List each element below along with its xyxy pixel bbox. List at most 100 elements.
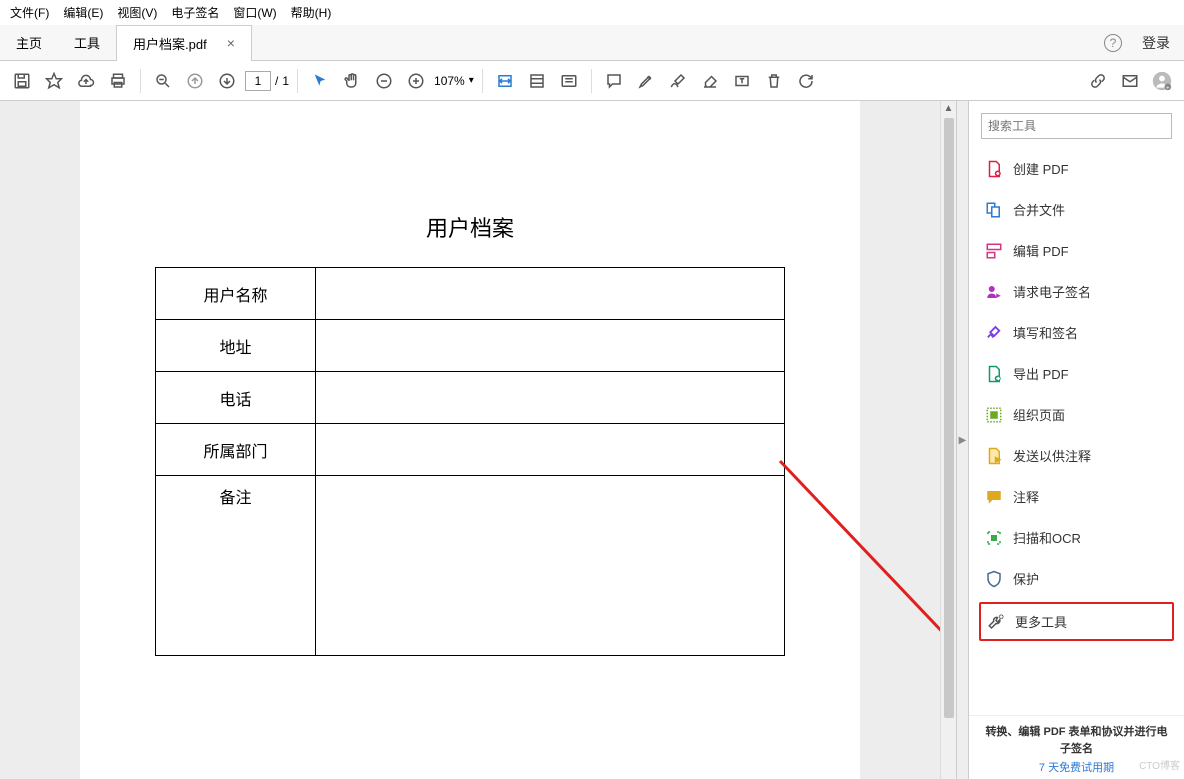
tool-fill-sign[interactable]: 填写和签名 <box>979 315 1174 350</box>
login-button[interactable]: 登录 <box>1142 33 1170 53</box>
tool-request-sign[interactable]: 请求电子签名 <box>979 274 1174 309</box>
star-icon[interactable] <box>40 67 68 95</box>
svg-text:+: + <box>1166 85 1170 91</box>
tool-list: 创建 PDF 合并文件 编辑 PDF 请求电子签名 填写和签名 导出 PDF 组… <box>969 147 1184 645</box>
menu-help[interactable]: 帮助(H) <box>291 4 332 21</box>
field-label: 电话 <box>156 372 316 424</box>
mail-icon[interactable] <box>1116 67 1144 95</box>
document-viewport[interactable]: 用户档案 用户名称 地址 电话 所属部门 备注 <box>0 101 940 779</box>
panel-collapse-handle[interactable]: ▶ <box>956 101 968 779</box>
zoom-out-find-icon[interactable] <box>149 67 177 95</box>
arrow-up-icon[interactable] <box>181 67 209 95</box>
edit-pdf-icon <box>985 242 1003 260</box>
cloud-icon[interactable] <box>72 67 100 95</box>
pdf-page: 用户档案 用户名称 地址 电话 所属部门 备注 <box>80 101 860 779</box>
doc-title: 用户档案 <box>80 211 860 243</box>
tool-create-pdf[interactable]: 创建 PDF <box>979 151 1174 186</box>
draw-icon[interactable] <box>664 67 692 95</box>
tool-more-tools[interactable]: 更多工具 <box>979 602 1174 641</box>
table-row: 电话 <box>156 372 785 424</box>
link-icon[interactable] <box>1084 67 1112 95</box>
field-value <box>316 476 785 656</box>
tool-label: 组织页面 <box>1013 405 1065 424</box>
search-tools-box[interactable] <box>981 113 1172 139</box>
scroll-thumb[interactable] <box>944 118 954 718</box>
close-icon[interactable]: × <box>227 35 235 51</box>
menu-view[interactable]: 视图(V) <box>117 4 157 21</box>
tool-comment[interactable]: 注释 <box>979 479 1174 514</box>
tool-organize[interactable]: 组织页面 <box>979 397 1174 432</box>
tool-edit-pdf[interactable]: 编辑 PDF <box>979 233 1174 268</box>
trash-icon[interactable] <box>760 67 788 95</box>
tool-export-pdf[interactable]: 导出 PDF <box>979 356 1174 391</box>
scan-icon <box>985 529 1003 547</box>
page-indicator: / 1 <box>245 71 289 91</box>
tool-label: 合并文件 <box>1013 200 1065 219</box>
tool-label: 导出 PDF <box>1013 364 1069 383</box>
hand-icon[interactable] <box>338 67 366 95</box>
tool-protect[interactable]: 保护 <box>979 561 1174 596</box>
tool-label: 创建 PDF <box>1013 159 1069 178</box>
combine-icon <box>985 201 1003 219</box>
comment-icon[interactable] <box>600 67 628 95</box>
text-icon[interactable] <box>728 67 756 95</box>
speech-icon <box>985 488 1003 506</box>
menu-file[interactable]: 文件(F) <box>10 4 49 21</box>
arrow-down-icon[interactable] <box>213 67 241 95</box>
vertical-scrollbar[interactable]: ▲ <box>940 101 956 779</box>
save-icon[interactable] <box>8 67 36 95</box>
tool-combine[interactable]: 合并文件 <box>979 192 1174 227</box>
field-value <box>316 268 785 320</box>
zoom-out-icon[interactable] <box>370 67 398 95</box>
zoom-in-icon[interactable] <box>402 67 430 95</box>
zoom-value: 107% <box>434 74 465 88</box>
search-tools-input[interactable] <box>988 119 1165 133</box>
send-comment-icon <box>985 447 1003 465</box>
chevron-down-icon: ▾ <box>469 75 474 86</box>
tab-document[interactable]: 用户档案.pdf × <box>116 25 252 61</box>
menu-esign[interactable]: 电子签名 <box>171 4 219 21</box>
zoom-select[interactable]: 107% ▾ <box>434 74 474 88</box>
request-sign-icon <box>985 283 1003 301</box>
doc-table: 用户名称 地址 电话 所属部门 备注 <box>155 267 785 656</box>
tab-home[interactable]: 主页 <box>0 25 58 61</box>
highlight-icon[interactable] <box>632 67 660 95</box>
print-icon[interactable] <box>104 67 132 95</box>
page-sep: / <box>275 74 278 88</box>
tab-document-label: 用户档案.pdf <box>133 34 207 53</box>
field-label: 备注 <box>156 476 316 656</box>
export-icon <box>985 365 1003 383</box>
user-icon[interactable]: + <box>1148 67 1176 95</box>
help-icon[interactable]: ? <box>1104 34 1122 52</box>
tool-label: 注释 <box>1013 487 1039 506</box>
tool-label: 填写和签名 <box>1013 323 1078 342</box>
pointer-icon[interactable] <box>306 67 334 95</box>
field-value <box>316 320 785 372</box>
fit-width-icon[interactable] <box>491 67 519 95</box>
tool-label: 请求电子签名 <box>1013 282 1091 301</box>
wrench-icon <box>987 613 1005 631</box>
fit-page-icon[interactable] <box>523 67 551 95</box>
tool-scan-ocr[interactable]: 扫描和OCR <box>979 520 1174 555</box>
field-value <box>316 424 785 476</box>
erase-icon[interactable] <box>696 67 724 95</box>
menu-edit[interactable]: 编辑(E) <box>63 4 103 21</box>
read-mode-icon[interactable] <box>555 67 583 95</box>
tool-label: 扫描和OCR <box>1013 528 1081 547</box>
main: 用户档案 用户名称 地址 电话 所属部门 备注 ▲ ▶ 创建 PDF 合并文件 … <box>0 101 1184 779</box>
table-row: 所属部门 <box>156 424 785 476</box>
tool-send-comment[interactable]: 发送以供注释 <box>979 438 1174 473</box>
tool-label: 编辑 PDF <box>1013 241 1069 260</box>
field-label: 地址 <box>156 320 316 372</box>
toolbar: / 1 107% ▾ + <box>0 61 1184 101</box>
table-row: 用户名称 <box>156 268 785 320</box>
watermark: CTO博客 <box>1139 757 1180 772</box>
rotate-icon[interactable] <box>792 67 820 95</box>
tab-tools[interactable]: 工具 <box>58 25 116 61</box>
menu-window[interactable]: 窗口(W) <box>233 4 276 21</box>
scroll-up-icon[interactable]: ▲ <box>942 101 956 116</box>
field-label: 用户名称 <box>156 268 316 320</box>
tool-label: 更多工具 <box>1015 612 1067 631</box>
table-row: 备注 <box>156 476 785 656</box>
page-current-input[interactable] <box>245 71 271 91</box>
